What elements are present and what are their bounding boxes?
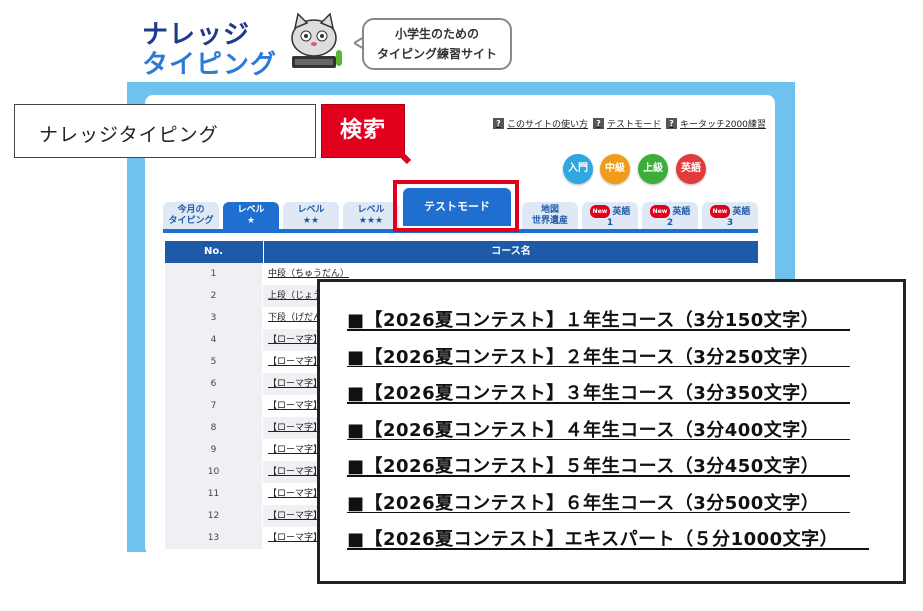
row-number: 2 bbox=[165, 285, 262, 307]
course-underline bbox=[347, 402, 850, 404]
tab-sublabel: 1 bbox=[606, 218, 614, 228]
course-underline bbox=[347, 511, 850, 513]
help-icon: ? bbox=[666, 118, 677, 129]
help-link-label: このサイトの使い方 bbox=[507, 120, 589, 130]
row-number: 10 bbox=[165, 461, 262, 483]
row-number: 12 bbox=[165, 505, 262, 527]
course-underline bbox=[347, 548, 869, 550]
level-advanced-button[interactable]: 上級 bbox=[638, 154, 668, 184]
tab-label: 英語 bbox=[672, 207, 691, 217]
level-english-button[interactable]: 英語 bbox=[676, 154, 706, 184]
cat-mascot-icon bbox=[291, 12, 342, 68]
tab-sublabel: 3 bbox=[726, 218, 734, 228]
tab-label: 地図 bbox=[540, 205, 559, 215]
tab-label: 英語 bbox=[612, 207, 631, 217]
header-course-name: コース名 bbox=[263, 241, 758, 263]
row-number: 13 bbox=[165, 527, 262, 549]
pointer-arrow-icon bbox=[375, 128, 412, 165]
help-link-keytouch-2000[interactable]: ? キータッチ2000練習 bbox=[666, 117, 766, 130]
logo-text-line2: タイピング bbox=[142, 50, 278, 80]
tab-level-1[interactable]: レベル ★ bbox=[223, 202, 279, 230]
row-number: 9 bbox=[165, 439, 262, 461]
tab-sublabel: タイピング bbox=[168, 216, 214, 226]
tab-map-world-heritage[interactable]: 地図 世界遺産 bbox=[522, 202, 578, 230]
course-table-header: No. コース名 bbox=[165, 241, 758, 263]
site-logo[interactable]: ナレッジ タイピング bbox=[140, 12, 350, 80]
course-underline bbox=[347, 365, 850, 367]
row-number: 6 bbox=[165, 373, 262, 395]
tab-monthly-typing[interactable]: 今月の タイピング bbox=[163, 202, 219, 230]
tab-english-2[interactable]: New 英語 2 bbox=[642, 202, 698, 230]
tagline-line2: タイピング練習サイト bbox=[376, 47, 497, 61]
tab-sublabel: ★★ bbox=[302, 216, 320, 226]
tab-label: 今月の bbox=[177, 205, 205, 215]
row-number: 3 bbox=[165, 307, 262, 329]
new-badge: New bbox=[649, 205, 671, 218]
help-link-test-mode[interactable]: ? テストモード bbox=[593, 117, 661, 130]
header-no: No. bbox=[203, 246, 224, 257]
tab-sublabel: 世界遺産 bbox=[531, 216, 568, 226]
course-underline bbox=[347, 329, 850, 331]
tab-english-3[interactable]: New 英語 3 bbox=[702, 202, 758, 230]
tab-sublabel: 2 bbox=[666, 218, 674, 228]
help-link-how-to-use[interactable]: ? このサイトの使い方 bbox=[493, 117, 588, 130]
row-number: 5 bbox=[165, 351, 262, 373]
new-badge: New bbox=[589, 205, 611, 218]
tab-label: レベル bbox=[297, 205, 325, 215]
row-number: 4 bbox=[165, 329, 262, 351]
tab-label: レベル bbox=[357, 205, 385, 215]
tab-label: 英語 bbox=[732, 207, 751, 217]
tab-level-3[interactable]: レベル ★★★ bbox=[343, 202, 399, 230]
search-input[interactable]: ナレッジタイピング bbox=[14, 104, 316, 158]
row-number: 8 bbox=[165, 417, 262, 439]
tagline-line1: 小学生のための bbox=[394, 27, 479, 41]
tab-sublabel: ★★★ bbox=[358, 216, 384, 226]
row-number: 1 bbox=[165, 263, 262, 285]
tagline-bubble: 小学生のための タイピング練習サイト bbox=[362, 18, 512, 70]
help-icon: ? bbox=[593, 118, 604, 129]
course-underline bbox=[347, 475, 850, 477]
tab-english-1[interactable]: New 英語 1 bbox=[582, 202, 638, 230]
help-icon: ? bbox=[493, 118, 504, 129]
tab-sublabel: ★ bbox=[246, 216, 256, 226]
help-link-label: テストモード bbox=[607, 120, 662, 130]
row-number: 7 bbox=[165, 395, 262, 417]
course-underline bbox=[347, 438, 850, 440]
level-intermediate-button[interactable]: 中級 bbox=[600, 154, 630, 184]
new-badge: New bbox=[709, 205, 731, 218]
help-link-label: キータッチ2000練習 bbox=[680, 120, 766, 130]
tab-label: レベル bbox=[237, 205, 265, 215]
level-beginner-button[interactable]: 入門 bbox=[563, 154, 593, 184]
tab-level-2[interactable]: レベル ★★ bbox=[283, 202, 339, 230]
row-number: 11 bbox=[165, 483, 262, 505]
